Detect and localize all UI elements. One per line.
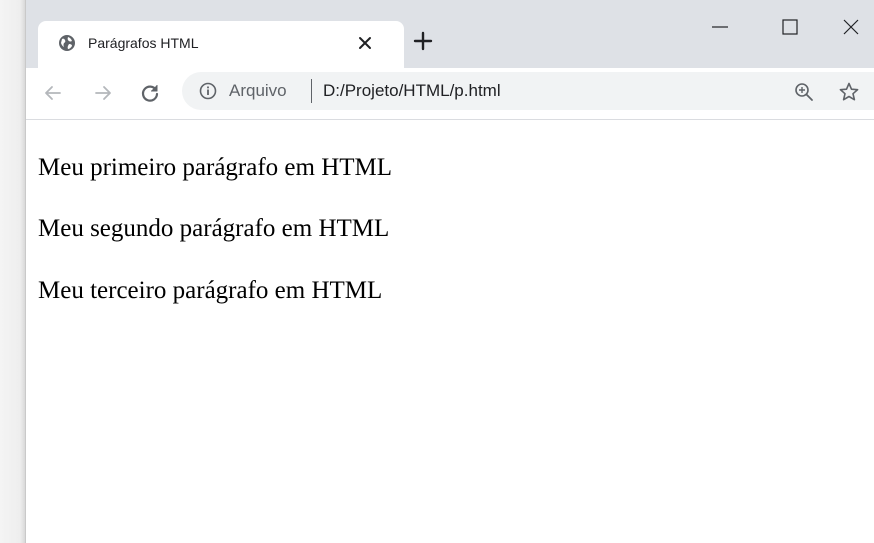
minimize-icon[interactable] [707,14,733,40]
zoom-in-icon[interactable] [794,82,814,102]
star-icon[interactable] [838,81,860,103]
maximize-icon[interactable] [777,14,803,40]
desktop-background [0,0,25,543]
reload-icon[interactable] [139,82,161,104]
arrow-left-icon[interactable] [42,82,64,104]
tab-strip: Parágrafos HTML [26,0,874,68]
browser-window: Parágrafos HTML Arquivo D:/Projeto/HTML/… [25,0,874,543]
browser-toolbar: Arquivo D:/Projeto/HTML/p.html [26,68,874,120]
paragraph-3: Meu terceiro parágrafo em HTML [38,277,383,304]
address-bar[interactable]: Arquivo D:/Projeto/HTML/p.html [182,72,874,110]
window-close-icon[interactable] [838,14,864,40]
plus-icon[interactable] [413,31,433,51]
paragraph-1: Meu primeiro parágrafo em HTML [38,154,393,181]
url-scheme-label: Arquivo [229,81,287,100]
info-icon[interactable] [199,82,217,100]
tab-title: Parágrafos HTML [88,35,199,51]
page-content: Meu primeiro parágrafo em HTML Meu segun… [26,121,874,543]
url-text[interactable]: D:/Projeto/HTML/p.html [323,81,501,101]
tab-active[interactable]: Parágrafos HTML [38,21,404,68]
globe-icon [59,35,75,51]
paragraph-2: Meu segundo parágrafo em HTML [38,215,390,242]
close-icon[interactable] [356,34,374,52]
url-separator [311,79,312,103]
arrow-right-icon[interactable] [92,82,114,104]
